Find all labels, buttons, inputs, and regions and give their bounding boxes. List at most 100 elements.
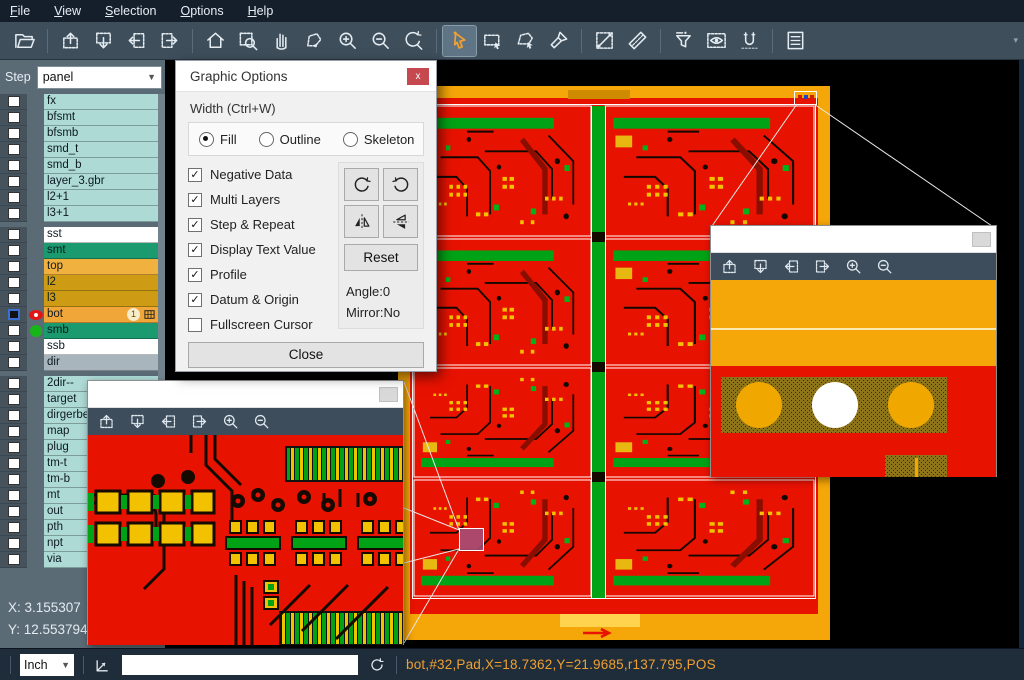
layer-visibility-checkbox[interactable] — [8, 490, 20, 501]
layer-row-sst[interactable]: sst — [0, 227, 158, 243]
layer-row-bfsmb[interactable]: bfsmb — [0, 126, 158, 142]
view-mask-button[interactable] — [700, 26, 733, 56]
menu-help[interactable]: Help — [248, 4, 274, 18]
layer-visibility-checkbox[interactable] — [8, 522, 20, 533]
layer-row-l2[interactable]: l2 — [0, 275, 158, 291]
popup-title-bar[interactable] — [88, 381, 403, 408]
pan-left-icon[interactable] — [782, 257, 801, 276]
layer-row-bot-active[interactable]: bot 1 — [0, 307, 158, 323]
menu-view[interactable]: View — [54, 4, 81, 18]
zoom-previous-button[interactable] — [397, 26, 430, 56]
zoom-in-button[interactable] — [331, 26, 364, 56]
layer-visibility-checkbox[interactable] — [8, 229, 20, 240]
layer-visibility-checkbox[interactable] — [8, 144, 20, 155]
select-rect-button[interactable] — [476, 26, 509, 56]
layer-row-l3[interactable]: l3 — [0, 291, 158, 307]
zoom-window-button[interactable] — [232, 26, 265, 56]
refresh-icon[interactable] — [367, 655, 387, 675]
layer-row-dir[interactable]: dir — [0, 355, 158, 371]
layer-row-smb[interactable]: smb — [0, 323, 158, 339]
mirror-horizontal-button[interactable] — [383, 205, 418, 238]
checkbox-profile[interactable]: Profile — [188, 262, 338, 287]
pan-right-button[interactable] — [153, 26, 186, 56]
brush-button[interactable] — [542, 26, 575, 56]
checkbox-negative-data[interactable]: Negative Data — [188, 162, 338, 187]
layer-visibility-checkbox[interactable] — [8, 128, 20, 139]
layer-visibility-checkbox[interactable] — [8, 426, 20, 437]
layer-visibility-checkbox[interactable] — [8, 410, 20, 421]
pan-right-icon[interactable] — [813, 257, 832, 276]
rotate-cw-button[interactable] — [344, 168, 379, 201]
pan-down-icon[interactable] — [128, 412, 147, 431]
close-button[interactable]: Close — [188, 342, 424, 368]
layer-visibility-checkbox[interactable] — [8, 474, 20, 485]
grid-icon[interactable] — [143, 308, 156, 321]
pan-up-icon[interactable] — [97, 412, 116, 431]
move-vertex-button[interactable] — [298, 26, 331, 56]
report-button[interactable] — [779, 26, 812, 56]
close-icon[interactable]: x — [407, 68, 429, 85]
pan-down-icon[interactable] — [751, 257, 770, 276]
filter-button[interactable] — [667, 26, 700, 56]
zoom-in-icon[interactable] — [221, 412, 240, 431]
zoom-out-button[interactable] — [364, 26, 397, 56]
layer-visibility-checkbox[interactable] — [8, 506, 20, 517]
layer-visibility-checkbox[interactable] — [8, 245, 20, 256]
snap-magnet-button[interactable] — [733, 26, 766, 56]
popup-title-bar[interactable] — [711, 226, 996, 253]
corner-angle-icon[interactable] — [93, 655, 113, 675]
layer-row-ssb[interactable]: ssb — [0, 339, 158, 355]
layer-visibility-checkbox[interactable] — [8, 192, 20, 203]
radio-outline[interactable]: Outline — [259, 132, 321, 147]
layer-row-smd_b[interactable]: smd_b — [0, 158, 158, 174]
checkbox-fullscreen-cursor[interactable]: Fullscreen Cursor — [188, 312, 338, 337]
select-cursor-button[interactable] — [443, 26, 476, 56]
layer-row-fx[interactable]: fx — [0, 94, 158, 110]
zoom-popup-left[interactable] — [87, 380, 404, 645]
step-select[interactable]: panel ▼ — [37, 66, 162, 89]
layer-row-l3plus1[interactable]: l3+1 — [0, 206, 158, 222]
layer-visibility-checkbox[interactable] — [8, 394, 20, 405]
pan-down-button[interactable] — [87, 26, 120, 56]
layer-visibility-checkbox[interactable] — [8, 309, 20, 320]
layer-row-l2plus1[interactable]: l2+1 — [0, 190, 158, 206]
layer-visibility-checkbox[interactable] — [8, 208, 20, 219]
pan-left-icon[interactable] — [159, 412, 178, 431]
layer-visibility-checkbox[interactable] — [8, 554, 20, 565]
zoom-out-icon[interactable] — [252, 412, 271, 431]
pan-up-icon[interactable] — [720, 257, 739, 276]
layer-visibility-checkbox[interactable] — [8, 96, 20, 107]
pan-up-button[interactable] — [54, 26, 87, 56]
pan-hand-button[interactable] — [265, 26, 298, 56]
unit-select[interactable]: Inch ▼ — [20, 654, 74, 676]
layer-visibility-checkbox[interactable] — [8, 442, 20, 453]
pan-left-button[interactable] — [120, 26, 153, 56]
canvas-scrollbar[interactable] — [1019, 60, 1024, 648]
layer-visibility-checkbox[interactable] — [8, 261, 20, 272]
rotate-ccw-button[interactable] — [383, 168, 418, 201]
checkbox-multi-layers[interactable]: Multi Layers — [188, 187, 338, 212]
open-file-button[interactable] — [8, 26, 41, 56]
command-input[interactable] — [122, 655, 358, 675]
pan-right-icon[interactable] — [190, 412, 209, 431]
popup-window-button[interactable] — [379, 387, 398, 402]
zoom-out-icon[interactable] — [875, 257, 894, 276]
layer-visibility-checkbox[interactable] — [8, 458, 20, 469]
layer-row-smt[interactable]: smt — [0, 243, 158, 259]
layer-visibility-checkbox[interactable] — [8, 160, 20, 171]
checkbox-datum-origin[interactable]: Datum & Origin — [188, 287, 338, 312]
zoom-in-icon[interactable] — [844, 257, 863, 276]
menu-file[interactable]: File — [10, 4, 30, 18]
select-polygon-button[interactable] — [509, 26, 542, 56]
layer-row-smd_t[interactable]: smd_t — [0, 142, 158, 158]
layer-visibility-checkbox[interactable] — [8, 176, 20, 187]
layer-visibility-checkbox[interactable] — [8, 325, 20, 336]
mirror-vertical-button[interactable] — [344, 205, 379, 238]
layer-visibility-checkbox[interactable] — [8, 341, 20, 352]
zoom-home-button[interactable] — [199, 26, 232, 56]
checkbox-step-repeat[interactable]: Step & Repeat — [188, 212, 338, 237]
reset-button[interactable]: Reset — [344, 244, 418, 271]
layer-row-bfsmt[interactable]: bfsmt — [0, 110, 158, 126]
zoom-popup-right[interactable] — [710, 225, 997, 477]
layer-visibility-checkbox[interactable] — [8, 378, 20, 389]
